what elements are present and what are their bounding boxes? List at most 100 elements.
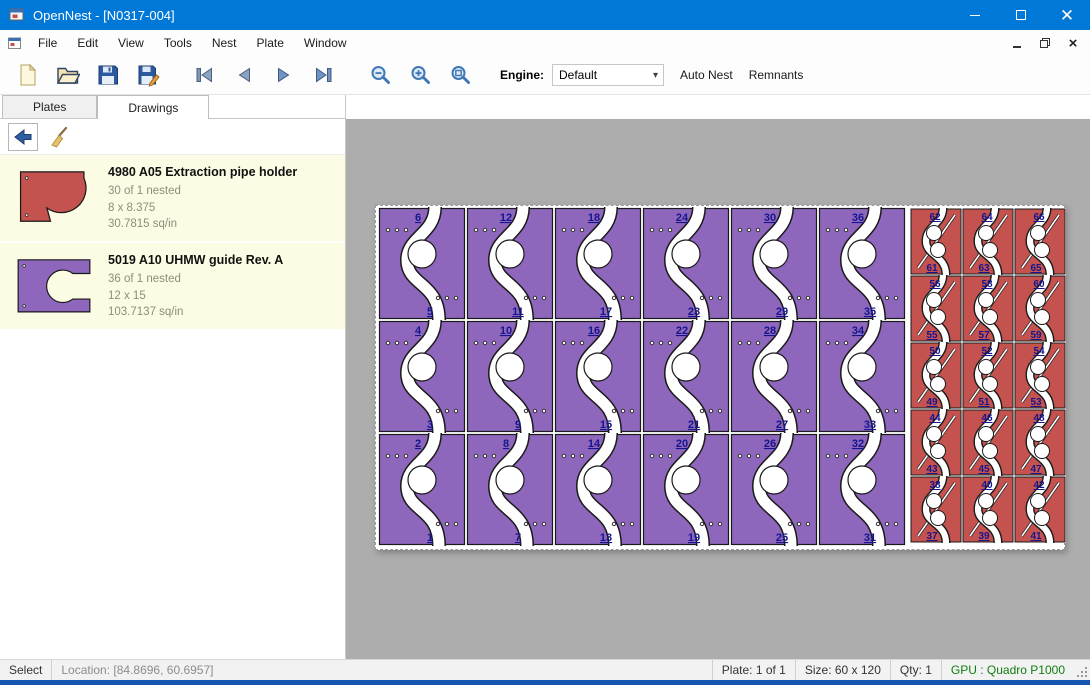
- mdi-close-button[interactable]: ×: [1064, 35, 1082, 51]
- open-button[interactable]: [50, 59, 86, 91]
- nest-part-pair-red[interactable]: 54 53: [1014, 342, 1066, 409]
- nest-part-pair-red[interactable]: 66 65: [1014, 208, 1066, 275]
- zoom-out-icon: [368, 63, 392, 87]
- svg-text:20: 20: [676, 438, 688, 450]
- nest-part-pair-purple[interactable]: 36 35: [818, 207, 906, 320]
- status-mode: Select: [0, 660, 51, 680]
- maximize-button[interactable]: [998, 0, 1044, 30]
- drawing-nested-count: 30 of 1 nested: [108, 183, 297, 200]
- menu-plate[interactable]: Plate: [247, 30, 294, 56]
- zoom-fit-button[interactable]: [442, 59, 478, 91]
- nest-part-pair-red[interactable]: 56 55: [910, 275, 962, 342]
- nest-part-pair-red[interactable]: 48 47: [1014, 409, 1066, 476]
- nest-part-pair-purple[interactable]: 20 19: [642, 433, 730, 546]
- nest-part-pair-red[interactable]: 44 43: [910, 409, 962, 476]
- drawing-area: 30.7815 sq/in: [108, 216, 297, 233]
- nest-part-pair-purple[interactable]: 6 5: [378, 207, 466, 320]
- zoom-in-icon: [408, 63, 432, 87]
- nest-part-pair-red[interactable]: 52 51: [962, 342, 1014, 409]
- nest-part-pair-red[interactable]: 42 41: [1014, 476, 1066, 543]
- tab-plates[interactable]: Plates: [2, 95, 97, 118]
- import-drawing-button[interactable]: [8, 123, 38, 151]
- nest-part-pair-purple[interactable]: 24 23: [642, 207, 730, 320]
- content-area: Plates Drawings 4980 A05 Extraction pi: [0, 95, 1090, 659]
- svg-text:66: 66: [1033, 212, 1045, 223]
- nest-part-pair-purple[interactable]: 12 11: [466, 207, 554, 320]
- nest-part-pair-purple[interactable]: 18 17: [554, 207, 642, 320]
- menu-window[interactable]: Window: [294, 30, 357, 56]
- save-as-button[interactable]: [130, 59, 166, 91]
- nest-part-pair-red[interactable]: 60 59: [1014, 275, 1066, 342]
- nav-last-button[interactable]: [306, 59, 342, 91]
- zoom-in-button[interactable]: [402, 59, 438, 91]
- svg-text:12: 12: [500, 212, 512, 224]
- clear-drawings-button[interactable]: [44, 123, 74, 151]
- engine-select[interactable]: Default ▾: [552, 64, 664, 86]
- nest-part-pair-purple[interactable]: 22 21: [642, 320, 730, 433]
- menu-tools[interactable]: Tools: [154, 30, 202, 56]
- nest-part-pair-purple[interactable]: 32 31: [818, 433, 906, 546]
- drawings-toolbar: [0, 119, 345, 155]
- svg-text:28: 28: [764, 325, 776, 337]
- purple-grid: 6 5 12 11 18 17: [378, 207, 906, 546]
- restore-icon: [1039, 37, 1051, 49]
- broom-icon: [48, 126, 70, 148]
- nest-part-pair-red[interactable]: 62 61: [910, 208, 962, 275]
- nest-part-pair-red[interactable]: 40 39: [962, 476, 1014, 543]
- nest-part-pair-purple[interactable]: 16 15: [554, 320, 642, 433]
- svg-text:6: 6: [415, 212, 421, 224]
- nest-part-pair-purple[interactable]: 4 3: [378, 320, 466, 433]
- nav-next-button[interactable]: [266, 59, 302, 91]
- nest-part-pair-purple[interactable]: 26 25: [730, 433, 818, 546]
- nest-part-pair-red[interactable]: 50 49: [910, 342, 962, 409]
- nest-part-pair-red[interactable]: 64 63: [962, 208, 1014, 275]
- svg-text:46: 46: [981, 413, 993, 424]
- mdi-minimize-button[interactable]: [1008, 35, 1026, 51]
- tab-drawings[interactable]: Drawings: [97, 95, 209, 119]
- svg-text:24: 24: [676, 212, 689, 224]
- main-toolbar: Engine: Default ▾ Auto Nest Remnants: [0, 56, 1090, 95]
- svg-text:65: 65: [1030, 263, 1042, 274]
- nest-part-pair-purple[interactable]: 10 9: [466, 320, 554, 433]
- save-button[interactable]: [90, 59, 126, 91]
- nest-part-pair-purple[interactable]: 34 33: [818, 320, 906, 433]
- nest-part-pair-purple[interactable]: 2 1: [378, 433, 466, 546]
- save-as-icon: [136, 63, 160, 87]
- nest-part-pair-purple[interactable]: 8 7: [466, 433, 554, 546]
- app-window: OpenNest - [N0317-004] ✕ File Edit View …: [0, 0, 1090, 685]
- svg-text:35: 35: [864, 306, 876, 318]
- remnants-button[interactable]: Remnants: [749, 68, 804, 82]
- menu-nest[interactable]: Nest: [202, 30, 247, 56]
- drawing-item-extraction-pipe-holder[interactable]: 4980 A05 Extraction pipe holder 30 of 1 …: [0, 155, 345, 241]
- nav-prev-button[interactable]: [226, 59, 262, 91]
- svg-text:50: 50: [929, 346, 941, 357]
- mdi-restore-button[interactable]: [1036, 35, 1054, 51]
- nest-part-pair-purple[interactable]: 28 27: [730, 320, 818, 433]
- svg-text:18: 18: [588, 212, 600, 224]
- nest-part-pair-purple[interactable]: 30 29: [730, 207, 818, 320]
- minimize-button[interactable]: [952, 0, 998, 30]
- nav-first-button[interactable]: [186, 59, 222, 91]
- zoom-out-button[interactable]: [362, 59, 398, 91]
- menu-file[interactable]: File: [28, 30, 67, 56]
- menu-view[interactable]: View: [108, 30, 154, 56]
- menu-edit[interactable]: Edit: [67, 30, 108, 56]
- nesting-canvas[interactable]: 6 5 12 11 18 17: [346, 119, 1090, 659]
- nest-part-pair-red[interactable]: 38 37: [910, 476, 962, 543]
- nest-part-pair-red[interactable]: 58 57: [962, 275, 1014, 342]
- save-icon: [96, 63, 120, 87]
- nest-part-pair-red[interactable]: 46 45: [962, 409, 1014, 476]
- svg-text:56: 56: [929, 279, 941, 290]
- svg-text:10: 10: [500, 325, 512, 337]
- status-size: Size: 60 x 120: [796, 660, 890, 680]
- new-button[interactable]: [10, 59, 46, 91]
- close-button[interactable]: ✕: [1044, 0, 1090, 30]
- svg-text:32: 32: [852, 438, 864, 450]
- drawing-item-uhmw-guide[interactable]: 5019 A10 UHMW guide Rev. A 36 of 1 neste…: [0, 243, 345, 329]
- resize-grip-icon[interactable]: [1074, 660, 1090, 680]
- status-location: Location: [84.8696, 60.6957]: [52, 660, 222, 680]
- nest-part-pair-purple[interactable]: 14 13: [554, 433, 642, 546]
- svg-text:41: 41: [1030, 531, 1042, 542]
- zoom-fit-icon: [448, 63, 472, 87]
- auto-nest-button[interactable]: Auto Nest: [680, 68, 733, 82]
